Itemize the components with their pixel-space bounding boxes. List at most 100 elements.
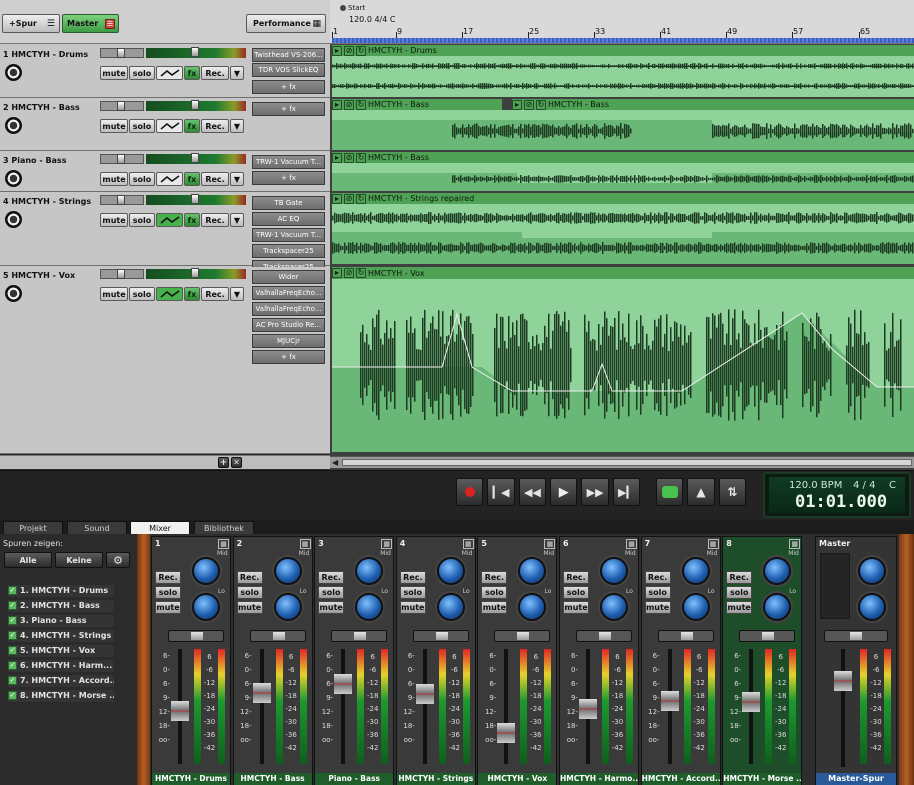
pan-handle[interactable] — [191, 268, 199, 278]
channel-mute-button[interactable]: mute — [481, 601, 508, 614]
channel-mute-button[interactable]: mute — [155, 601, 181, 614]
channel-fx-icon[interactable]: ▦ — [299, 539, 311, 549]
rec-button[interactable]: Rec. — [201, 287, 229, 301]
channel-pan-slider[interactable] — [249, 630, 306, 642]
channel-mid-knob[interactable] — [273, 557, 302, 585]
channel-fader-track[interactable] — [341, 649, 346, 764]
solo-button[interactable]: solo — [129, 287, 155, 301]
master-lo-knob[interactable] — [858, 593, 886, 621]
goto-end-button[interactable]: ▶▎ — [612, 478, 641, 506]
pan-handle[interactable] — [762, 632, 775, 640]
mixer-track-list-item[interactable]: ✓ 3. Piano - Bass — [8, 615, 114, 627]
rec-button[interactable]: Rec. — [201, 213, 229, 227]
channel-lo-knob[interactable] — [436, 593, 465, 621]
channel-rec-button[interactable]: Rec. — [155, 571, 181, 584]
clip-vox[interactable] — [332, 279, 914, 452]
channel-solo-button[interactable]: solo — [481, 586, 508, 599]
volume-handle[interactable] — [117, 154, 125, 164]
clip-piano-header[interactable]: ▸ ⊘ ↻ HMCTYH - Bass — [332, 152, 914, 163]
tab-sound[interactable]: Sound — [67, 521, 127, 534]
channel-fx-icon[interactable]: ▦ — [544, 539, 556, 549]
master-pan-slider[interactable] — [824, 630, 888, 642]
goto-start-button[interactable]: ▎◀ — [487, 478, 515, 506]
mixer-track-list-item[interactable]: ✓ 2. HMCTYH - Bass — [8, 600, 114, 612]
channel-rec-button[interactable]: Rec. — [399, 571, 426, 584]
channel-pan-slider[interactable] — [657, 630, 714, 642]
channel-fx-icon[interactable]: ▦ — [707, 539, 719, 549]
rec-button[interactable]: Rec. — [201, 119, 229, 133]
mixer-toggle-button[interactable]: ⇅ — [718, 478, 747, 506]
rec-button[interactable]: Rec. — [201, 172, 229, 186]
channel-name[interactable]: HMCTYH - Bass — [233, 773, 312, 785]
fx-slot[interactable]: Twisthead VS-206... — [252, 48, 325, 62]
mute-button[interactable]: mute — [100, 66, 128, 80]
channel-rec-button[interactable]: Rec. — [481, 571, 508, 584]
clip-piano[interactable] — [332, 163, 914, 191]
clip-strings-header[interactable]: ▸ ⊘ ↻ HMCTYH - Strings repaired — [332, 193, 914, 204]
add-track-small-button[interactable]: + — [218, 457, 229, 468]
channel-mid-knob[interactable] — [355, 557, 384, 585]
channel-fader-handle[interactable] — [742, 692, 761, 712]
automation-button[interactable] — [156, 66, 183, 80]
channel-lo-knob[interactable] — [763, 593, 792, 621]
mixer-track-list-item[interactable]: ✓ 5. HMCTYH - Vox — [8, 645, 114, 657]
checkbox-icon[interactable]: ✓ — [8, 631, 17, 640]
channel-mute-button[interactable]: mute — [236, 601, 263, 614]
channel-solo-button[interactable]: solo — [644, 586, 671, 599]
metronome-button[interactable]: ▲ — [687, 478, 715, 506]
scroll-left-arrow[interactable]: ◀ — [332, 458, 338, 467]
pan-handle[interactable] — [435, 632, 448, 640]
fx-slot[interactable]: TRW-1 Vacuum T... — [252, 155, 325, 169]
channel-mid-knob[interactable] — [681, 557, 710, 585]
channel-pan-slider[interactable] — [412, 630, 469, 642]
channel-rec-button[interactable]: Rec. — [644, 571, 671, 584]
fx-button[interactable]: fx — [184, 172, 200, 186]
tab-bibliothek[interactable]: Bibliothek — [194, 521, 254, 534]
channel-fader-track[interactable] — [422, 649, 427, 764]
channel-solo-button[interactable]: solo — [399, 586, 426, 599]
tab-projekt[interactable]: Projekt — [3, 521, 63, 534]
mixer-track-list-item[interactable]: ✓ 7. HMCTYH - Accord... — [8, 675, 114, 687]
fx-slot[interactable]: ValhallaFreqEcho... — [252, 302, 325, 316]
show-all-button[interactable]: Alle — [4, 552, 52, 568]
channel-fader-handle[interactable] — [252, 683, 271, 703]
channel-name[interactable]: HMCTYH - Strings — [396, 773, 475, 785]
solo-button[interactable]: solo — [129, 66, 155, 80]
channel-rec-button[interactable]: Rec. — [236, 571, 263, 584]
channel-mute-button[interactable]: mute — [318, 601, 345, 614]
performance-button[interactable]: Performance ▦ — [246, 14, 326, 33]
record-button[interactable] — [456, 478, 484, 506]
channel-solo-button[interactable]: solo — [726, 586, 753, 599]
fx-button[interactable]: fx — [184, 287, 200, 301]
clip-bass-header[interactable]: ▸ ⊘ ↻ HMCTYH - Bass — [332, 99, 502, 110]
clip-strings[interactable] — [332, 204, 914, 264]
master-fader-track[interactable] — [841, 649, 845, 767]
track-volume-slider[interactable] — [100, 195, 144, 205]
fx-slot[interactable]: Trackspacer25 — [252, 244, 325, 258]
automation-button[interactable] — [156, 213, 183, 227]
mixer-track-list-item[interactable]: ✓ 1. HMCTYH - Drums — [8, 585, 114, 597]
horizontal-scrollbar[interactable]: ◀ — [330, 456, 914, 468]
fx-button[interactable]: fx — [184, 213, 200, 227]
clip-bass-2-header[interactable]: ▸ ⊘ ↻ HMCTYH - Bass — [512, 99, 914, 110]
track-menu-button[interactable]: ▼ — [230, 287, 244, 301]
fx-slot[interactable]: TB Gate — [252, 196, 325, 210]
channel-solo-button[interactable]: solo — [318, 586, 345, 599]
channel-solo-button[interactable]: solo — [563, 586, 589, 599]
channel-fader-handle[interactable] — [660, 691, 679, 711]
mute-button[interactable]: mute — [100, 287, 128, 301]
mixer-track-list-item[interactable]: ✓ 8. HMCTYH - Morse ... — [8, 690, 114, 702]
start-marker[interactable]: Start — [340, 4, 365, 12]
channel-rec-button[interactable]: Rec. — [563, 571, 589, 584]
pan-handle[interactable] — [680, 632, 693, 640]
channel-fader-handle[interactable] — [415, 684, 434, 704]
volume-handle[interactable] — [117, 269, 125, 279]
channel-pan-slider[interactable] — [168, 630, 224, 642]
playback-range[interactable] — [332, 38, 914, 43]
pan-handle[interactable] — [191, 47, 199, 57]
loop-button[interactable] — [655, 478, 684, 506]
channel-lo-knob[interactable] — [518, 593, 547, 621]
channel-mid-knob[interactable] — [600, 557, 628, 585]
channel-mid-knob[interactable] — [192, 557, 220, 585]
track-name[interactable]: 4 HMCTYH - Strings — [3, 197, 91, 206]
